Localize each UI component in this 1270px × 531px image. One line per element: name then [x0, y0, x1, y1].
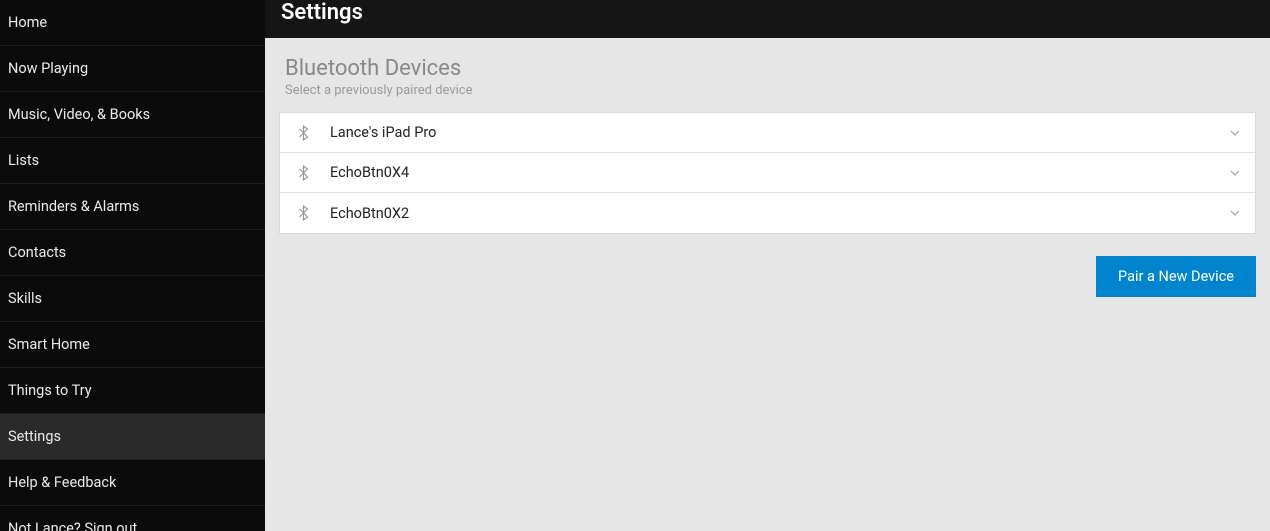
- sidebar-item-label: Things to Try: [8, 382, 92, 399]
- sidebar-item-label: Contacts: [8, 244, 66, 261]
- sidebar-item-skills[interactable]: Skills: [0, 276, 265, 322]
- sidebar-item-smart-home[interactable]: Smart Home: [0, 322, 265, 368]
- main: Settings Bluetooth Devices Select a prev…: [265, 0, 1270, 531]
- device-name: Lance's iPad Pro: [330, 124, 1229, 141]
- sidebar-item-label: Home: [8, 14, 47, 31]
- sidebar: Home Now Playing Music, Video, & Books L…: [0, 0, 265, 531]
- sidebar-item-label: Reminders & Alarms: [8, 198, 139, 215]
- bluetooth-icon: [294, 165, 312, 181]
- action-row: Pair a New Device: [279, 256, 1256, 297]
- chevron-down-icon: [1229, 167, 1241, 179]
- pair-new-device-button[interactable]: Pair a New Device: [1096, 256, 1256, 297]
- section-title: Bluetooth Devices: [279, 56, 1256, 81]
- content: Bluetooth Devices Select a previously pa…: [265, 38, 1270, 531]
- sidebar-item-label: Music, Video, & Books: [8, 106, 150, 123]
- sidebar-item-label: Settings: [8, 428, 61, 445]
- section-subtitle: Select a previously paired device: [279, 83, 1256, 98]
- sidebar-item-reminders-alarms[interactable]: Reminders & Alarms: [0, 184, 265, 230]
- device-row[interactable]: EchoBtn0X4: [280, 153, 1255, 193]
- chevron-down-icon: [1229, 127, 1241, 139]
- sidebar-item-label: Now Playing: [8, 60, 88, 77]
- sidebar-item-label: Smart Home: [8, 336, 90, 353]
- sidebar-item-things-to-try[interactable]: Things to Try: [0, 368, 265, 414]
- device-row[interactable]: EchoBtn0X2: [280, 193, 1255, 233]
- device-name: EchoBtn0X2: [330, 205, 1229, 222]
- sidebar-item-settings[interactable]: Settings: [0, 414, 265, 460]
- device-row[interactable]: Lance's iPad Pro: [280, 113, 1255, 153]
- sidebar-item-label: Help & Feedback: [8, 474, 116, 491]
- header: Settings: [265, 0, 1270, 38]
- device-list: Lance's iPad Pro EchoBtn0X4 EchoBtn0X2: [279, 112, 1256, 234]
- bluetooth-icon: [294, 205, 312, 221]
- bluetooth-icon: [294, 125, 312, 141]
- sidebar-item-label: Not Lance? Sign out: [8, 520, 137, 531]
- sidebar-item-music-video-books[interactable]: Music, Video, & Books: [0, 92, 265, 138]
- sidebar-item-label: Lists: [8, 152, 39, 169]
- sidebar-item-contacts[interactable]: Contacts: [0, 230, 265, 276]
- page-title: Settings: [281, 0, 363, 25]
- sidebar-item-label: Skills: [8, 290, 42, 307]
- sidebar-item-sign-out[interactable]: Not Lance? Sign out: [0, 506, 265, 531]
- sidebar-item-now-playing[interactable]: Now Playing: [0, 46, 265, 92]
- device-name: EchoBtn0X4: [330, 164, 1229, 181]
- sidebar-item-help-feedback[interactable]: Help & Feedback: [0, 460, 265, 506]
- sidebar-item-lists[interactable]: Lists: [0, 138, 265, 184]
- sidebar-item-home[interactable]: Home: [0, 0, 265, 46]
- chevron-down-icon: [1229, 207, 1241, 219]
